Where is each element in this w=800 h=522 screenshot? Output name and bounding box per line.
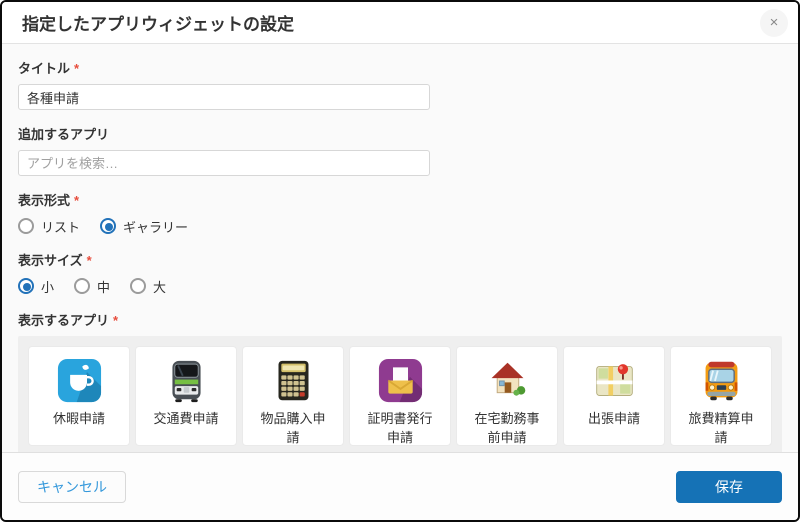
display-size-options: 小中大 [18, 276, 782, 296]
app-widget-settings-dialog: 指定したアプリウィジェットの設定 × タイトル * 追加するアプリ 表示形式 * リ… [0, 0, 800, 522]
required-asterisk: * [87, 253, 92, 268]
required-asterisk: * [74, 193, 79, 208]
display-size-field: 表示サイズ * 小 中 大 [18, 250, 782, 296]
save-button[interactable]: 保存 [676, 471, 782, 503]
dialog-body: タイトル* 追加するアプリ 表示形式* リストギャラリー 表示サイズ* 小中大 … [2, 44, 798, 452]
app-name: 旅費精算申請 [685, 410, 757, 448]
display-format-option[interactable]: リスト [18, 217, 80, 236]
display-format-options: リスト ギャラリー [18, 216, 782, 236]
add-app-field-label: 追加するアプリ [18, 124, 782, 143]
display-size-option-label: 小 [41, 277, 54, 296]
app-card-2[interactable]: 交通費申請 [135, 346, 237, 446]
app-name: 物品購入申請 [257, 410, 329, 448]
display-size-option-label: 中 [97, 277, 110, 296]
envelope-app-icon [378, 358, 423, 403]
title-field-label-text: タイトル [18, 61, 70, 76]
radio-unselected-icon [130, 278, 146, 294]
display-format-option[interactable]: ギャラリー [100, 217, 188, 236]
display-size-option[interactable]: 小 [18, 277, 54, 296]
dialog-title: 指定したアプリウィジェットの設定 [22, 10, 294, 35]
app-card-5[interactable]: 在宅勤務事前申請 [456, 346, 558, 446]
coffee-app-icon [57, 358, 102, 403]
display-format-label: 表示形式 * [18, 190, 782, 209]
add-app-field-label-text: 追加するアプリ [18, 127, 109, 142]
app-search-input[interactable] [18, 150, 430, 176]
display-size-label: 表示サイズ * [18, 250, 782, 269]
app-gallery: 休暇申請 交通費申請 物品購入申請証明書発行申請在宅勤務事前申請 出張申請 旅費精算申請 [18, 336, 782, 452]
display-size-option-label: 大 [153, 277, 166, 296]
required-asterisk: * [113, 313, 118, 328]
app-name: 在宅勤務事前申請 [471, 410, 543, 448]
display-format-field: 表示形式 * リスト ギャラリー [18, 190, 782, 236]
required-asterisk: * [74, 61, 79, 76]
close-icon[interactable]: × [760, 9, 788, 37]
app-card-6[interactable]: 出張申請 [563, 346, 665, 446]
app-card-3[interactable]: 物品購入申請 [242, 346, 344, 446]
display-apps-label-text: 表示するアプリ [18, 313, 109, 328]
title-field: タイトル * [18, 58, 782, 110]
app-name: 出張申請 [588, 410, 640, 429]
title-input[interactable] [18, 84, 430, 110]
app-name: 証明書発行申請 [364, 410, 436, 448]
train-app-icon [164, 358, 209, 403]
title-field-label: タイトル * [18, 58, 782, 77]
radio-selected-icon [100, 218, 116, 234]
display-format-label-text: 表示形式 [18, 193, 70, 208]
radio-unselected-icon [74, 278, 90, 294]
radio-unselected-icon [18, 218, 34, 234]
dialog-footer: キャンセル 保存 [2, 452, 798, 520]
display-apps-label: 表示するアプリ * [18, 310, 782, 329]
display-apps-field: 表示するアプリ * 休暇申請 交通費申請 物品購入申請証明書発行申請在宅勤務事前申請 出… [18, 310, 782, 452]
display-size-option[interactable]: 大 [130, 277, 166, 296]
calculator-app-icon [271, 358, 316, 403]
add-app-field: 追加するアプリ [18, 124, 782, 176]
app-name: 休暇申請 [53, 410, 105, 429]
display-size-label-text: 表示サイズ [18, 253, 83, 268]
dialog-header: 指定したアプリウィジェットの設定 × [2, 2, 798, 44]
app-card-7[interactable]: 旅費精算申請 [670, 346, 772, 446]
app-card-4[interactable]: 証明書発行申請 [349, 346, 451, 446]
display-format-option-label: ギャラリー [123, 217, 188, 236]
bus-app-icon [699, 358, 744, 403]
display-format-option-label: リスト [41, 217, 80, 236]
display-size-option[interactable]: 中 [74, 277, 110, 296]
house-app-icon [485, 358, 530, 403]
map-pin-app-icon [592, 358, 637, 403]
radio-selected-icon [18, 278, 34, 294]
app-name: 交通費申請 [153, 410, 218, 429]
app-card-1[interactable]: 休暇申請 [28, 346, 130, 446]
cancel-button[interactable]: キャンセル [18, 471, 126, 503]
